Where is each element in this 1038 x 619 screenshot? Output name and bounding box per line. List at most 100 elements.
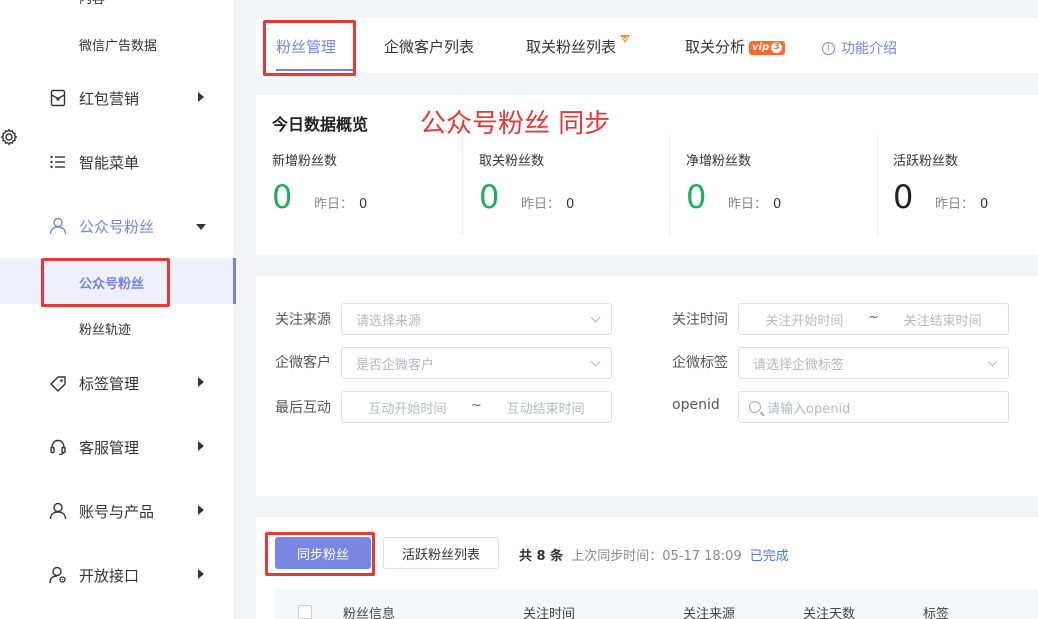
vip-badge: vip 3 bbox=[749, 40, 786, 55]
column-header[interactable]: 关注时间 bbox=[523, 603, 575, 619]
stat-value: 0 bbox=[272, 178, 293, 216]
stat-label: 新增粉丝数 bbox=[272, 154, 338, 169]
sidebar-item-label: 公众号粉丝 bbox=[79, 217, 155, 236]
chevron-right-icon bbox=[198, 569, 204, 579]
red-packet-icon bbox=[48, 88, 68, 108]
select-placeholder: 请选择企微标签 bbox=[753, 357, 845, 373]
tab-wecom-customers[interactable]: 企微客户列表 bbox=[384, 36, 474, 57]
yesterday-label: 昨日： bbox=[521, 197, 561, 212]
headset-icon bbox=[48, 437, 68, 457]
chevron-down-icon bbox=[196, 224, 206, 230]
today-overview-card: 今日数据概览 公众号粉丝 同步 新增粉丝数 0 昨日： 0 取关粉丝数 0 昨日：… bbox=[256, 95, 1038, 255]
divider bbox=[877, 135, 878, 235]
wecom-select[interactable]: 是否企微客户 bbox=[341, 347, 612, 379]
gear-icon[interactable] bbox=[0, 128, 18, 146]
help-label: 功能介绍 bbox=[841, 41, 897, 57]
chevron-down-icon bbox=[590, 356, 601, 367]
search-icon bbox=[749, 401, 761, 413]
divider bbox=[669, 135, 670, 235]
column-header[interactable]: 关注来源 bbox=[683, 603, 735, 619]
range-start[interactable]: 互动开始时间 bbox=[368, 398, 446, 417]
sidebar-sub-item-cut[interactable]: 内容 bbox=[79, 0, 105, 7]
yesterday-value: 0 bbox=[566, 197, 575, 212]
tab-unfollow-analysis[interactable]: 取关分析 vip 3 bbox=[685, 36, 786, 57]
table-header: 粉丝信息 关注时间 关注来源 关注天数 标签 bbox=[275, 589, 1038, 619]
follow-time-range[interactable]: 关注开始时间 ~ 关注结束时间 bbox=[738, 303, 1009, 335]
chevron-right-icon bbox=[198, 377, 204, 387]
active-fans-list-button[interactable]: 活跃粉丝列表 bbox=[383, 537, 499, 569]
sidebar-item-fans[interactable]: 公众号粉丝 bbox=[48, 214, 218, 238]
menu-list-icon bbox=[48, 152, 68, 172]
sidebar-sub-item-fans[interactable]: 公众号粉丝 bbox=[79, 273, 144, 292]
tab-fans-manage[interactable]: 粉丝管理 bbox=[276, 36, 336, 57]
select-placeholder: 是否企微客户 bbox=[356, 357, 435, 373]
chevron-right-icon bbox=[198, 441, 204, 451]
stat-net-fans: 净增粉丝数 0 昨日： 0 bbox=[686, 150, 886, 216]
sidebar-item-account[interactable]: 账号与产品 bbox=[48, 499, 218, 523]
api-user-icon bbox=[48, 565, 68, 585]
account-icon bbox=[48, 501, 68, 521]
section-title: 今日数据概览 bbox=[272, 115, 369, 134]
stat-label: 活跃粉丝数 bbox=[893, 154, 959, 169]
divider bbox=[462, 135, 463, 235]
filter-label-source: 关注来源 bbox=[275, 312, 331, 328]
filter-label-wecom: 企微客户 bbox=[275, 355, 331, 371]
date-range: 互动开始时间 ~ 互动结束时间 bbox=[356, 398, 611, 417]
column-header[interactable]: 标签 bbox=[923, 603, 949, 619]
tab-unfollowed-list[interactable]: 取关粉丝列表 bbox=[526, 35, 631, 57]
stat-yesterday: 昨日： 0 bbox=[521, 193, 574, 212]
sidebar-item-label: 客服管理 bbox=[79, 438, 140, 457]
sync-fans-button[interactable]: 同步粉丝 bbox=[275, 537, 371, 569]
vip-diamond-icon bbox=[620, 35, 631, 43]
column-header[interactable]: 关注天数 bbox=[803, 603, 855, 619]
filter-card: 关注来源 请选择来源 关注时间 关注开始时间 ~ 关注结束时间 企微客户 是否企… bbox=[256, 276, 1038, 496]
stat-yesterday: 昨日： 0 bbox=[935, 193, 988, 212]
wecom-tag-select[interactable]: 请选择企微标签 bbox=[738, 347, 1009, 379]
yesterday-value: 0 bbox=[773, 197, 782, 212]
source-select[interactable]: 请选择来源 bbox=[341, 303, 612, 335]
yesterday-label: 昨日： bbox=[728, 197, 768, 212]
yesterday-label: 昨日： bbox=[314, 197, 354, 212]
info-icon: i bbox=[822, 41, 835, 55]
annotation-text: 公众号粉丝 同步 bbox=[420, 109, 611, 139]
sidebar-item-tags[interactable]: 标签管理 bbox=[48, 371, 218, 395]
stat-label: 净增粉丝数 bbox=[686, 154, 752, 169]
tab-label: 取关粉丝列表 bbox=[526, 38, 617, 56]
column-header[interactable]: 粉丝信息 bbox=[343, 603, 395, 619]
help-link[interactable]: i 功能介绍 bbox=[822, 38, 897, 58]
yesterday-value: 0 bbox=[359, 197, 368, 212]
stat-new-fans: 新增粉丝数 0 昨日： 0 bbox=[272, 150, 472, 216]
range-start[interactable]: 关注开始时间 bbox=[765, 310, 843, 329]
filter-label-openid: openid bbox=[672, 397, 720, 413]
chevron-down-icon bbox=[590, 312, 601, 323]
select-all-checkbox[interactable] bbox=[298, 605, 312, 619]
sidebar-item-service[interactable]: 客服管理 bbox=[48, 435, 218, 459]
sidebar-sub-item-wechat-ad[interactable]: 微信广告数据 bbox=[79, 35, 157, 54]
range-separator: ~ bbox=[868, 309, 879, 325]
sidebar-item-smart-menu[interactable]: 智能菜单 bbox=[48, 150, 218, 174]
filter-label-wecom-tag: 企微标签 bbox=[672, 355, 728, 371]
sync-status: 已完成 bbox=[749, 549, 789, 564]
sidebar-item-open-api[interactable]: 开放接口 bbox=[48, 563, 218, 587]
range-separator: ~ bbox=[471, 397, 482, 413]
stat-value: 0 bbox=[479, 178, 500, 216]
total-count: 共 8 条 bbox=[519, 549, 564, 564]
vip-level: 3 bbox=[771, 42, 783, 53]
chevron-right-icon bbox=[198, 92, 204, 102]
last-interact-range[interactable]: 互动开始时间 ~ 互动结束时间 bbox=[341, 391, 612, 423]
sidebar-sub-item-track[interactable]: 粉丝轨迹 bbox=[79, 319, 131, 338]
chevron-down-icon bbox=[987, 356, 998, 367]
active-indicator bbox=[233, 258, 236, 304]
sidebar-item-label: 红包营销 bbox=[79, 89, 140, 108]
tab-bar: 粉丝管理 企微客户列表 取关粉丝列表 取关分析 vip 3 i 功能介绍 bbox=[256, 18, 1038, 73]
sidebar-item-label: 开放接口 bbox=[79, 566, 140, 585]
range-end[interactable]: 互动结束时间 bbox=[507, 398, 585, 417]
date-range: 关注开始时间 ~ 关注结束时间 bbox=[753, 310, 1008, 329]
tab-label: 取关分析 bbox=[685, 38, 746, 56]
stat-yesterday: 昨日： 0 bbox=[314, 193, 367, 212]
openid-input[interactable]: 请输入openid bbox=[738, 391, 1009, 423]
stat-value: 0 bbox=[893, 178, 914, 216]
sidebar-item-red-packet[interactable]: 红包营销 bbox=[48, 86, 218, 110]
range-end[interactable]: 关注结束时间 bbox=[904, 310, 982, 329]
sidebar: 内容 微信广告数据 红包营销 智能菜单 公众号粉丝 公众号粉丝 粉丝轨迹 标签管… bbox=[0, 0, 236, 619]
